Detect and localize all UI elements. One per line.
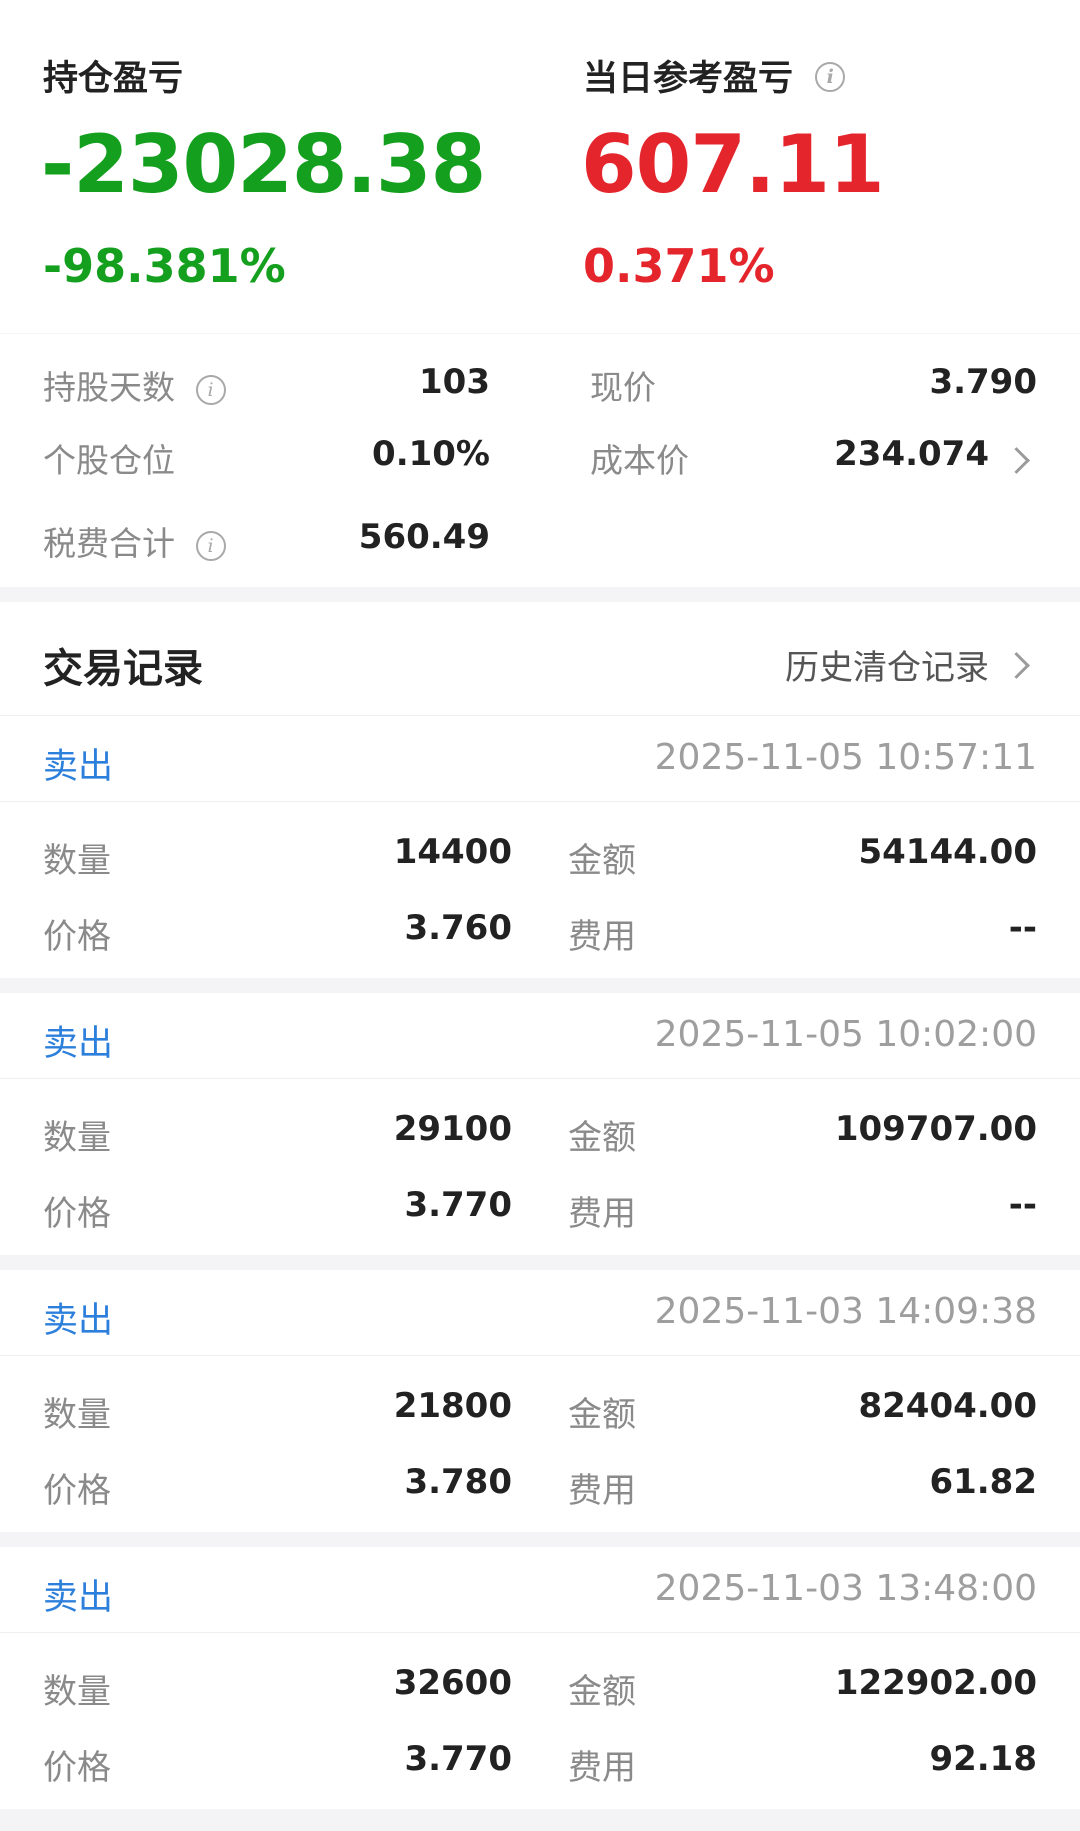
price-label: 价格 (43, 1748, 111, 1788)
record-header: 卖出 2025-11-03 13:48:00 (0, 1547, 1080, 1633)
holding-pnl-label: 持仓盈亏 (43, 59, 184, 99)
qty-label: 数量 (43, 1672, 111, 1712)
qty-label: 数量 (43, 841, 111, 881)
trade-records-title: 交易记录 (43, 646, 203, 692)
chevron-right-icon[interactable] (1003, 447, 1030, 474)
chevron-right-icon[interactable] (1003, 652, 1030, 679)
record-header: 卖出 2025-11-05 10:57:11 (0, 716, 1080, 802)
price-label: 价格 (43, 917, 111, 957)
cost-price-value[interactable]: 234.074 (834, 434, 989, 474)
amount-value: 109707.00 (834, 1109, 1037, 1149)
fee-label: 费用 (568, 1748, 636, 1788)
position-ratio-label: 个股仓位 (43, 441, 175, 480)
hold-days-value: 103 (419, 362, 490, 402)
price-value: 3.760 (404, 908, 512, 948)
amount-label: 金额 (568, 841, 636, 881)
qty-value: 14400 (393, 832, 512, 872)
qty-label: 数量 (43, 1118, 111, 1158)
current-price-label: 现价 (590, 368, 656, 407)
fee-value: 92.18 (929, 1739, 1037, 1779)
position-ratio-value: 0.10% (372, 434, 490, 474)
daily-pnl-label-text: 当日参考盈亏 (583, 59, 794, 99)
fee-label: 费用 (568, 1194, 636, 1234)
amount-label: 金额 (568, 1395, 636, 1435)
holding-pnl-pct: -98.381% (43, 239, 286, 293)
list-item[interactable]: 卖出 2025-11-03 14:09:38 数量 21800 金额 82404… (0, 1270, 1080, 1532)
price-value: 3.780 (404, 1462, 512, 1502)
tax-total-value: 560.49 (358, 517, 490, 557)
fee-value: 61.82 (929, 1462, 1037, 1502)
info-icon[interactable]: i (195, 374, 226, 405)
amount-value: 54144.00 (858, 832, 1037, 872)
price-value: 3.770 (404, 1185, 512, 1225)
hold-days-label-text: 持股天数 (43, 368, 175, 407)
daily-pnl-pct: 0.371% (583, 239, 775, 293)
trade-type: 卖出 (43, 747, 114, 787)
record-header: 卖出 2025-11-05 10:02:00 (0, 993, 1080, 1079)
position-metrics: 持股天数 i 103 现价 3.790 个股仓位 0.10% 成本价 234.0… (0, 334, 1080, 587)
info-icon[interactable]: i (195, 530, 226, 561)
trade-time: 2025-11-05 10:57:11 (654, 737, 1037, 778)
hold-days-label: 持股天数 i (43, 361, 226, 409)
info-icon[interactable]: i (815, 62, 846, 92)
qty-value: 29100 (393, 1109, 512, 1149)
list-item[interactable]: 卖出 2025-11-05 10:57:11 数量 14400 金额 54144… (0, 716, 1080, 978)
fee-label: 费用 (568, 917, 636, 957)
trade-records-header: 交易记录 历史清仓记录 (0, 602, 1080, 716)
price-value: 3.770 (404, 1739, 512, 1779)
trade-type: 卖出 (43, 1578, 114, 1618)
tax-total-label-text: 税费合计 (43, 524, 175, 563)
fee-value: -- (1008, 1185, 1037, 1225)
holding-pnl-value: -23028.38 (41, 118, 486, 211)
trade-time: 2025-11-03 13:48:00 (654, 1568, 1037, 1609)
history-clear-records-link[interactable]: 历史清仓记录 (785, 640, 989, 689)
pnl-summary: 持仓盈亏 -23028.38 -98.381% 当日参考盈亏 i 607.11 … (0, 0, 1080, 333)
trade-records-list: 卖出 2025-11-05 10:57:11 数量 14400 金额 54144… (0, 716, 1080, 1809)
cost-price-label[interactable]: 成本价 (590, 434, 689, 482)
price-label: 价格 (43, 1194, 111, 1234)
tax-total-label: 税费合计 i (43, 517, 226, 565)
amount-label: 金额 (568, 1672, 636, 1712)
amount-label: 金额 (568, 1118, 636, 1158)
trade-time: 2025-11-05 10:02:00 (654, 1014, 1037, 1055)
trade-type: 卖出 (43, 1024, 114, 1064)
amount-value: 122902.00 (834, 1663, 1037, 1703)
qty-value: 32600 (393, 1663, 512, 1703)
record-header: 卖出 2025-11-03 14:09:38 (0, 1270, 1080, 1356)
list-item[interactable]: 卖出 2025-11-03 13:48:00 数量 32600 金额 12290… (0, 1547, 1080, 1809)
list-item[interactable]: 卖出 2025-11-05 10:02:00 数量 29100 金额 10970… (0, 993, 1080, 1255)
price-label: 价格 (43, 1471, 111, 1511)
trade-type: 卖出 (43, 1301, 114, 1341)
qty-value: 21800 (393, 1386, 512, 1426)
daily-pnl-label: 当日参考盈亏 i (583, 50, 846, 101)
trade-time: 2025-11-03 14:09:38 (654, 1291, 1037, 1332)
fee-label: 费用 (568, 1471, 636, 1511)
amount-value: 82404.00 (858, 1386, 1037, 1426)
fee-value: -- (1008, 908, 1037, 948)
daily-pnl-value: 607.11 (581, 118, 885, 211)
current-price-value: 3.790 (929, 362, 1037, 402)
qty-label: 数量 (43, 1395, 111, 1435)
